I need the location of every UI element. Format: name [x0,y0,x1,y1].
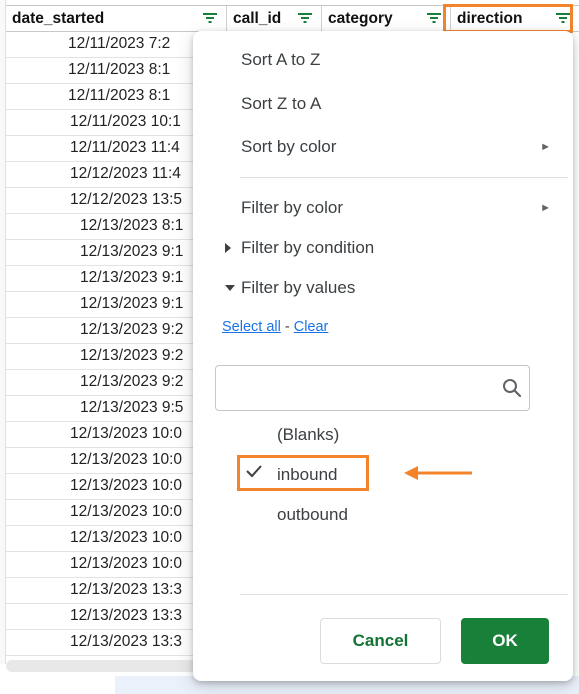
table-cell: 12/13/2023 10:0 [70,425,183,442]
left-arrow-icon [402,462,474,484]
select-links: Select all - Clear [222,319,328,335]
collapse-down-icon[interactable] [225,285,235,291]
values-search-input[interactable] [224,374,484,402]
cancel-button[interactable]: Cancel [320,618,441,664]
column-header-call-id[interactable]: call_id [227,6,322,31]
table-cell: 12/11/2023 11:4 [70,139,180,156]
table-cell: 12/13/2023 10:0 [70,451,183,468]
inbound-highlight-box [237,455,369,491]
link-separator: - [280,319,294,335]
direction-highlight-box [443,4,573,33]
table-cell: 12/13/2023 10:0 [70,503,183,520]
table-cell: 12/13/2023 9:1 [80,269,184,286]
menu-label: Sort by color [241,137,337,156]
menu-sort-a-to-z[interactable]: Sort A to Z [241,50,320,70]
table-cell: 12/13/2023 9:1 [80,243,184,260]
table-cell: 12/11/2023 10:1 [70,113,181,130]
table-cell: 12/12/2023 11:4 [70,165,181,182]
submenu-arrow-icon: ► [540,202,551,214]
filter-icon[interactable] [426,11,442,25]
menu-sort-by-color[interactable]: Sort by color [241,137,566,157]
table-cell: 12/11/2023 8:1 [68,87,171,104]
table-cell: 12/13/2023 8:1 [80,217,184,234]
table-cell: 12/13/2023 13:3 [70,607,183,624]
column-header-label: date_started [12,10,105,27]
column-header-label: category [328,10,393,27]
table-cell: 12/13/2023 10:0 [70,555,183,572]
menu-filter-by-values[interactable]: Filter by values [241,278,355,298]
table-cell: 12/13/2023 9:2 [80,373,184,390]
table-cell: 12/13/2023 9:1 [80,295,184,312]
submenu-arrow-icon: ► [540,141,551,153]
table-cell: 12/13/2023 10:0 [70,477,183,494]
value-option-outbound[interactable]: outbound [277,505,348,525]
table-cell: 12/13/2023 9:2 [80,347,184,364]
search-icon[interactable] [501,377,523,399]
table-cell: 12/13/2023 9:5 [80,399,184,416]
menu-divider [240,177,568,178]
filter-popup: Sort A to Z Sort Z to A Sort by color ► … [193,31,573,681]
column-header-category[interactable]: category [322,6,451,31]
table-cell: 12/13/2023 13:3 [70,581,183,598]
table-cell: 12/12/2023 13:5 [70,191,183,208]
column-header-label: call_id [233,10,282,27]
table-cell: 12/13/2023 9:2 [80,321,184,338]
filter-icon[interactable] [202,11,218,25]
value-option-blanks[interactable]: (Blanks) [277,425,339,445]
ok-button[interactable]: OK [461,618,549,664]
table-cell: 12/13/2023 13:3 [70,633,183,650]
filter-icon[interactable] [297,11,313,25]
column-header-date-started[interactable]: date_started [6,6,227,31]
expand-right-icon[interactable] [225,243,231,253]
table-cell: 12/13/2023 10:0 [70,529,183,546]
menu-sort-z-to-a[interactable]: Sort Z to A [241,94,321,114]
table-cell: 12/11/2023 7:2 [68,35,171,52]
clear-link[interactable]: Clear [294,319,329,335]
select-all-link[interactable]: Select all [222,319,281,335]
horizontal-scrollbar[interactable] [6,660,206,672]
menu-filter-by-condition[interactable]: Filter by condition [241,238,374,258]
menu-divider [240,594,568,595]
table-cell: 12/11/2023 8:1 [68,61,171,78]
menu-filter-by-color[interactable]: Filter by color [241,198,343,218]
values-search-box [215,365,530,411]
